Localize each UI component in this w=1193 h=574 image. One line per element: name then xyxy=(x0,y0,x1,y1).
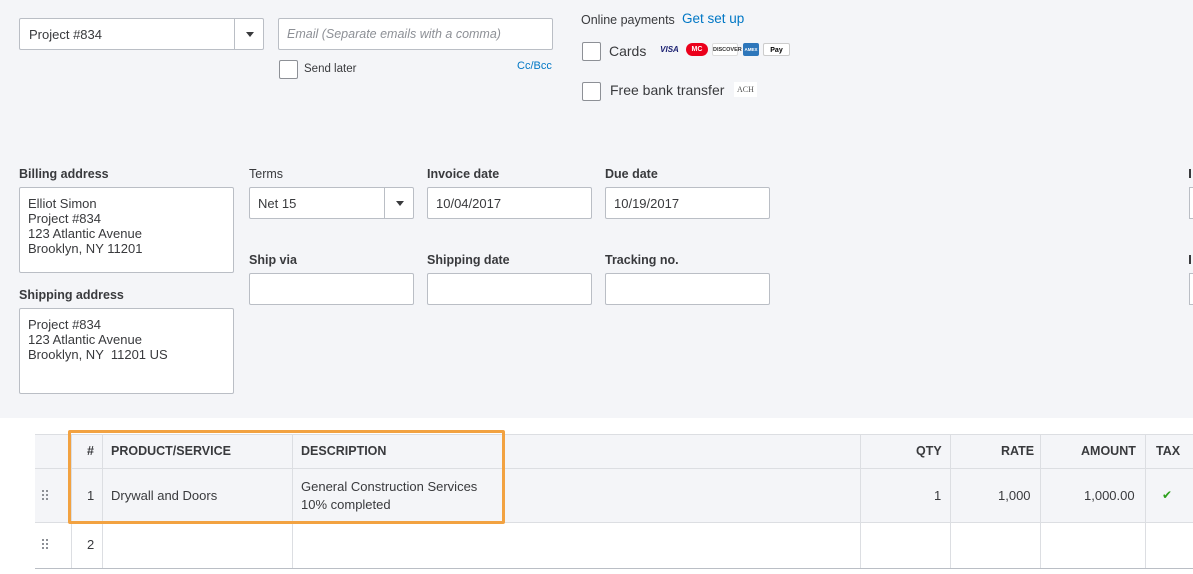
send-later-checkbox[interactable] xyxy=(279,60,298,79)
drag-handle-icon[interactable] xyxy=(42,490,52,500)
chevron-down-icon[interactable] xyxy=(396,201,404,206)
billing-line-2: Project #834 xyxy=(28,211,101,226)
chevron-down-icon[interactable] xyxy=(246,32,254,37)
header-tax: TAX xyxy=(1156,444,1181,458)
billing-address-field[interactable]: Elliot Simon Project #834 123 Atlantic A… xyxy=(19,187,234,273)
due-date-label: Due date xyxy=(605,167,658,181)
customer-select-divider xyxy=(234,19,235,49)
table-bottom-border xyxy=(35,568,1193,569)
right-edge-label-fragment-2 xyxy=(1189,255,1191,264)
bank-transfer-label: Free bank transfer xyxy=(610,82,725,98)
row-2-num: 2 xyxy=(87,537,95,552)
visa-icon: VISA xyxy=(660,45,679,54)
email-placeholder: Email (Separate emails with a comma) xyxy=(287,27,501,41)
invoice-date-field[interactable]: 10/04/2017 xyxy=(427,187,592,219)
tracking-no-label: Tracking no. xyxy=(605,253,679,267)
terms-label: Terms xyxy=(249,167,284,181)
line-items-section: # PRODUCT/SERVICE DESCRIPTION QTY RATE A… xyxy=(0,418,1193,574)
cc-bcc-link[interactable]: Cc/Bcc xyxy=(517,60,552,72)
shipping-address-field[interactable]: Project #834 123 Atlantic Avenue Brookly… xyxy=(19,308,234,394)
ship-via-field[interactable] xyxy=(249,273,414,305)
apple-pay-icon: Pay xyxy=(763,43,790,56)
terms-select[interactable]: Net 15 xyxy=(249,187,414,219)
shipping-address-label: Shipping address xyxy=(19,288,124,302)
row-1-amount[interactable]: 1,000.00 xyxy=(1084,488,1135,503)
col-divider xyxy=(950,434,951,568)
cards-checkbox[interactable] xyxy=(582,42,601,61)
discover-icon: DISCOVER xyxy=(712,43,742,56)
due-date-value: 10/19/2017 xyxy=(614,196,680,211)
shipping-line-3: Brooklyn, NY 11201 US xyxy=(28,347,168,362)
col-divider xyxy=(1040,434,1041,568)
invoice-date-label: Invoice date xyxy=(427,167,500,181)
mastercard-icon: MC xyxy=(686,43,708,56)
cards-label: Cards xyxy=(609,43,647,59)
terms-value: Net 15 xyxy=(258,196,297,211)
online-payments-title: Online payments xyxy=(581,13,675,27)
get-set-up-link[interactable]: Get set up xyxy=(682,11,744,26)
right-edge-label-fragment xyxy=(1189,169,1191,178)
terms-select-divider xyxy=(384,188,385,218)
header-qty: QTY xyxy=(916,444,942,458)
bank-transfer-checkbox[interactable] xyxy=(582,82,601,101)
col-divider xyxy=(1145,434,1146,568)
email-field[interactable]: Email (Separate emails with a comma) xyxy=(278,18,553,50)
billing-address-label: Billing address xyxy=(19,167,109,181)
ach-badge: ACH xyxy=(734,82,757,97)
shipping-line-2: 123 Atlantic Avenue xyxy=(28,332,142,347)
send-later-label: Send later xyxy=(304,63,357,75)
row-1-qty[interactable]: 1 xyxy=(934,488,941,503)
tracking-no-field[interactable] xyxy=(605,273,770,305)
shipping-date-label: Shipping date xyxy=(427,253,510,267)
shipping-line-1: Project #834 xyxy=(28,317,101,332)
header-amount: AMOUNT xyxy=(1081,444,1136,458)
drag-handle-icon[interactable] xyxy=(42,539,52,549)
billing-line-3: 123 Atlantic Avenue xyxy=(28,226,142,241)
due-date-field[interactable]: 10/19/2017 xyxy=(605,187,770,219)
header-rate: RATE xyxy=(1001,444,1035,458)
customer-select-value: Project #834 xyxy=(29,27,102,42)
billing-line-4: Brooklyn, NY 11201 xyxy=(28,241,143,256)
check-icon[interactable]: ✔ xyxy=(1162,488,1172,502)
right-edge-field-fragment-2[interactable] xyxy=(1189,273,1193,305)
col-divider xyxy=(860,434,861,568)
shipping-date-field[interactable] xyxy=(427,273,592,305)
ship-via-label: Ship via xyxy=(249,253,297,267)
right-edge-field-fragment[interactable] xyxy=(1189,187,1193,219)
customer-select[interactable]: Project #834 xyxy=(19,18,264,50)
billing-line-1: Elliot Simon xyxy=(28,196,97,211)
invoice-date-value: 10/04/2017 xyxy=(436,196,502,211)
highlight-box xyxy=(68,430,505,524)
amex-icon: AMEX xyxy=(743,43,759,56)
row-1-rate[interactable]: 1,000 xyxy=(998,488,1031,503)
